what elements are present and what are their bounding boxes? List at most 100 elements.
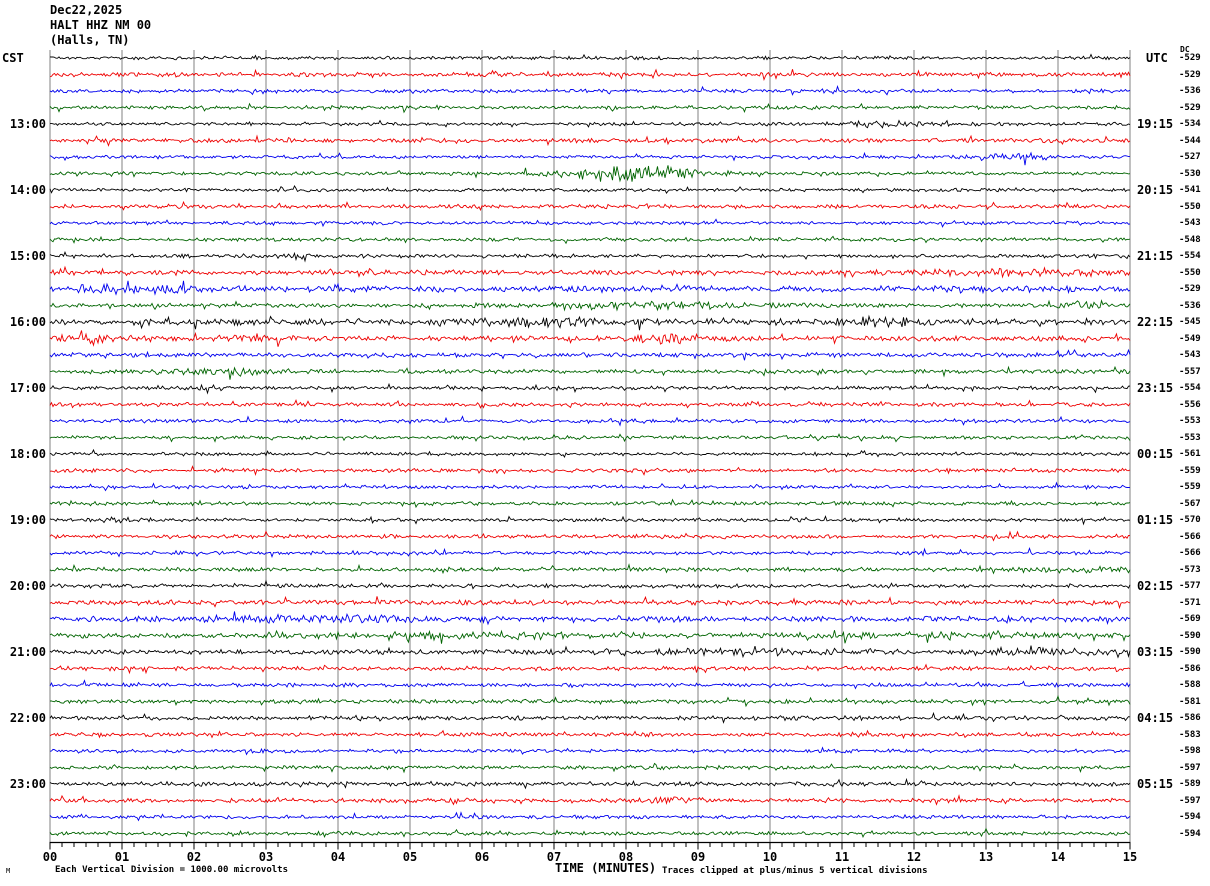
- dc-offset-value: -545: [1179, 317, 1201, 327]
- seismo-trace-green-27: [49, 498, 1131, 509]
- dc-offset-value: -567: [1179, 498, 1201, 509]
- dc-offset-value: -529: [1179, 284, 1201, 294]
- x-tick-label: 13: [978, 850, 994, 864]
- seismo-trace-black-20: [49, 382, 1131, 395]
- seismo-trace-red-21: [49, 399, 1131, 409]
- dc-offset-value: -586: [1179, 713, 1201, 723]
- dc-offset-value: -530: [1179, 168, 1201, 179]
- seismo-trace-black-8: [49, 185, 1131, 194]
- utc-hour-label: 03:15: [1137, 645, 1174, 659]
- seismo-trace-red-9: [49, 200, 1131, 212]
- cst-hour-label: 13:00: [9, 117, 46, 131]
- seismo-trace-red-13: [49, 265, 1131, 279]
- dc-offset-value: -536: [1179, 300, 1201, 311]
- x-tick-label: 10: [762, 850, 778, 864]
- seismo-trace-red-45: [49, 794, 1131, 806]
- scale-note: Each Vertical Division = 1000.00 microvo…: [55, 865, 288, 875]
- seismo-trace-green-39: [49, 695, 1131, 708]
- x-tick-label: 06: [474, 850, 490, 864]
- dc-offset-value: -556: [1179, 399, 1201, 410]
- corner-watermark: M: [6, 867, 11, 875]
- xaxis-title: TIME (MINUTES): [555, 861, 657, 875]
- dc-offset-value: -549: [1179, 333, 1201, 344]
- dc-offset-value: -571: [1179, 597, 1201, 608]
- dc-offset-value: -566: [1179, 548, 1201, 558]
- dc-offset-value: -529: [1179, 53, 1201, 63]
- helicorder-page: Dec22,2025 HALT HHZ NM 00 (Halls, TN) CS…: [0, 0, 1210, 886]
- utc-hour-label: 04:15: [1137, 711, 1174, 725]
- dc-offset-value: -554: [1179, 383, 1201, 393]
- dc-offset-value: -598: [1179, 746, 1201, 756]
- seismo-trace-black-44: [49, 777, 1131, 790]
- utc-hour-label: 00:15: [1137, 447, 1174, 461]
- x-tick-label: 11: [834, 850, 850, 864]
- seismo-trace-blue-34: [49, 611, 1131, 626]
- dc-offset-value: -529: [1179, 69, 1201, 80]
- seismo-trace-blue-42: [49, 746, 1131, 756]
- seismo-trace-green-7: [49, 165, 1131, 183]
- x-tick-label: 02: [186, 850, 202, 864]
- cst-hour-label: 17:00: [9, 381, 46, 395]
- seismo-trace-black-40: [49, 711, 1131, 724]
- seismo-trace-black-32: [49, 579, 1131, 590]
- seismo-trace-black-16: [49, 314, 1131, 331]
- dc-offset-value: -534: [1179, 119, 1201, 129]
- x-tick-label: 15: [1122, 850, 1138, 864]
- seismo-trace-black-0: [49, 53, 1131, 61]
- cst-hour-label: 14:00: [9, 183, 46, 197]
- utc-hour-label: 21:15: [1137, 249, 1174, 263]
- dc-offset-value: -590: [1179, 647, 1201, 657]
- seismo-trace-blue-10: [49, 218, 1131, 228]
- seismo-trace-green-19: [49, 365, 1131, 380]
- x-tick-label: 09: [690, 850, 706, 864]
- dc-offset-value: -536: [1179, 86, 1201, 96]
- utc-hour-label: 23:15: [1137, 381, 1174, 395]
- dc-offset-value: -543: [1179, 350, 1201, 360]
- x-tick-label: 12: [906, 850, 922, 864]
- seismo-trace-green-23: [49, 433, 1131, 443]
- dc-offset-value: -566: [1179, 531, 1201, 542]
- dc-offset-value: -581: [1179, 696, 1201, 707]
- seismo-trace-black-28: [49, 515, 1131, 526]
- x-tick-label: 05: [402, 850, 418, 864]
- seismo-trace-green-31: [49, 563, 1131, 575]
- seismo-trace-red-1: [49, 68, 1131, 81]
- dc-offset-value: -597: [1179, 795, 1201, 806]
- dc-offset-value: -590: [1179, 630, 1201, 641]
- utc-hour-label: 19:15: [1137, 117, 1174, 131]
- seismo-trace-red-41: [49, 729, 1131, 740]
- dc-offset-value: -597: [1179, 762, 1201, 773]
- cst-hour-label: 18:00: [9, 447, 46, 461]
- dc-offset-value: -561: [1179, 449, 1201, 459]
- seismo-trace-blue-30: [49, 547, 1131, 559]
- cst-hour-label: 22:00: [9, 711, 46, 725]
- dc-offset-value: -586: [1179, 663, 1201, 674]
- dc-offset-value: -550: [1179, 267, 1201, 278]
- seismo-trace-black-24: [49, 448, 1131, 458]
- seismo-trace-blue-46: [49, 811, 1131, 822]
- utc-hour-label: 02:15: [1137, 579, 1174, 593]
- dc-offset-value: -594: [1179, 828, 1201, 839]
- dc-offset-value: -559: [1179, 482, 1201, 492]
- cst-hour-label: 15:00: [9, 249, 46, 263]
- dc-offset-value: -570: [1179, 515, 1201, 525]
- x-tick-label: 01: [114, 850, 130, 864]
- dc-offset-value: -553: [1179, 416, 1201, 426]
- utc-hour-label: 01:15: [1137, 513, 1174, 527]
- seismo-trace-black-36: [49, 645, 1131, 659]
- dc-offset-value: -554: [1179, 251, 1201, 261]
- dc-offset-value: -589: [1179, 779, 1201, 789]
- dc-offset-value: -588: [1179, 680, 1201, 690]
- cst-hour-label: 23:00: [9, 777, 46, 791]
- dc-offset-value: -553: [1179, 432, 1201, 443]
- utc-hour-label: 05:15: [1137, 777, 1174, 791]
- seismo-trace-blue-6: [49, 151, 1130, 166]
- seismo-trace-blue-38: [49, 679, 1131, 690]
- cst-hour-label: 19:00: [9, 513, 46, 527]
- dc-offset-value: -583: [1179, 729, 1201, 740]
- seismo-trace-red-29: [49, 530, 1131, 542]
- dc-offset-value: -569: [1179, 614, 1201, 624]
- seismo-trace-black-4: [50, 119, 1131, 129]
- cst-hour-label: 16:00: [9, 315, 46, 329]
- seismo-trace-blue-26: [49, 481, 1131, 492]
